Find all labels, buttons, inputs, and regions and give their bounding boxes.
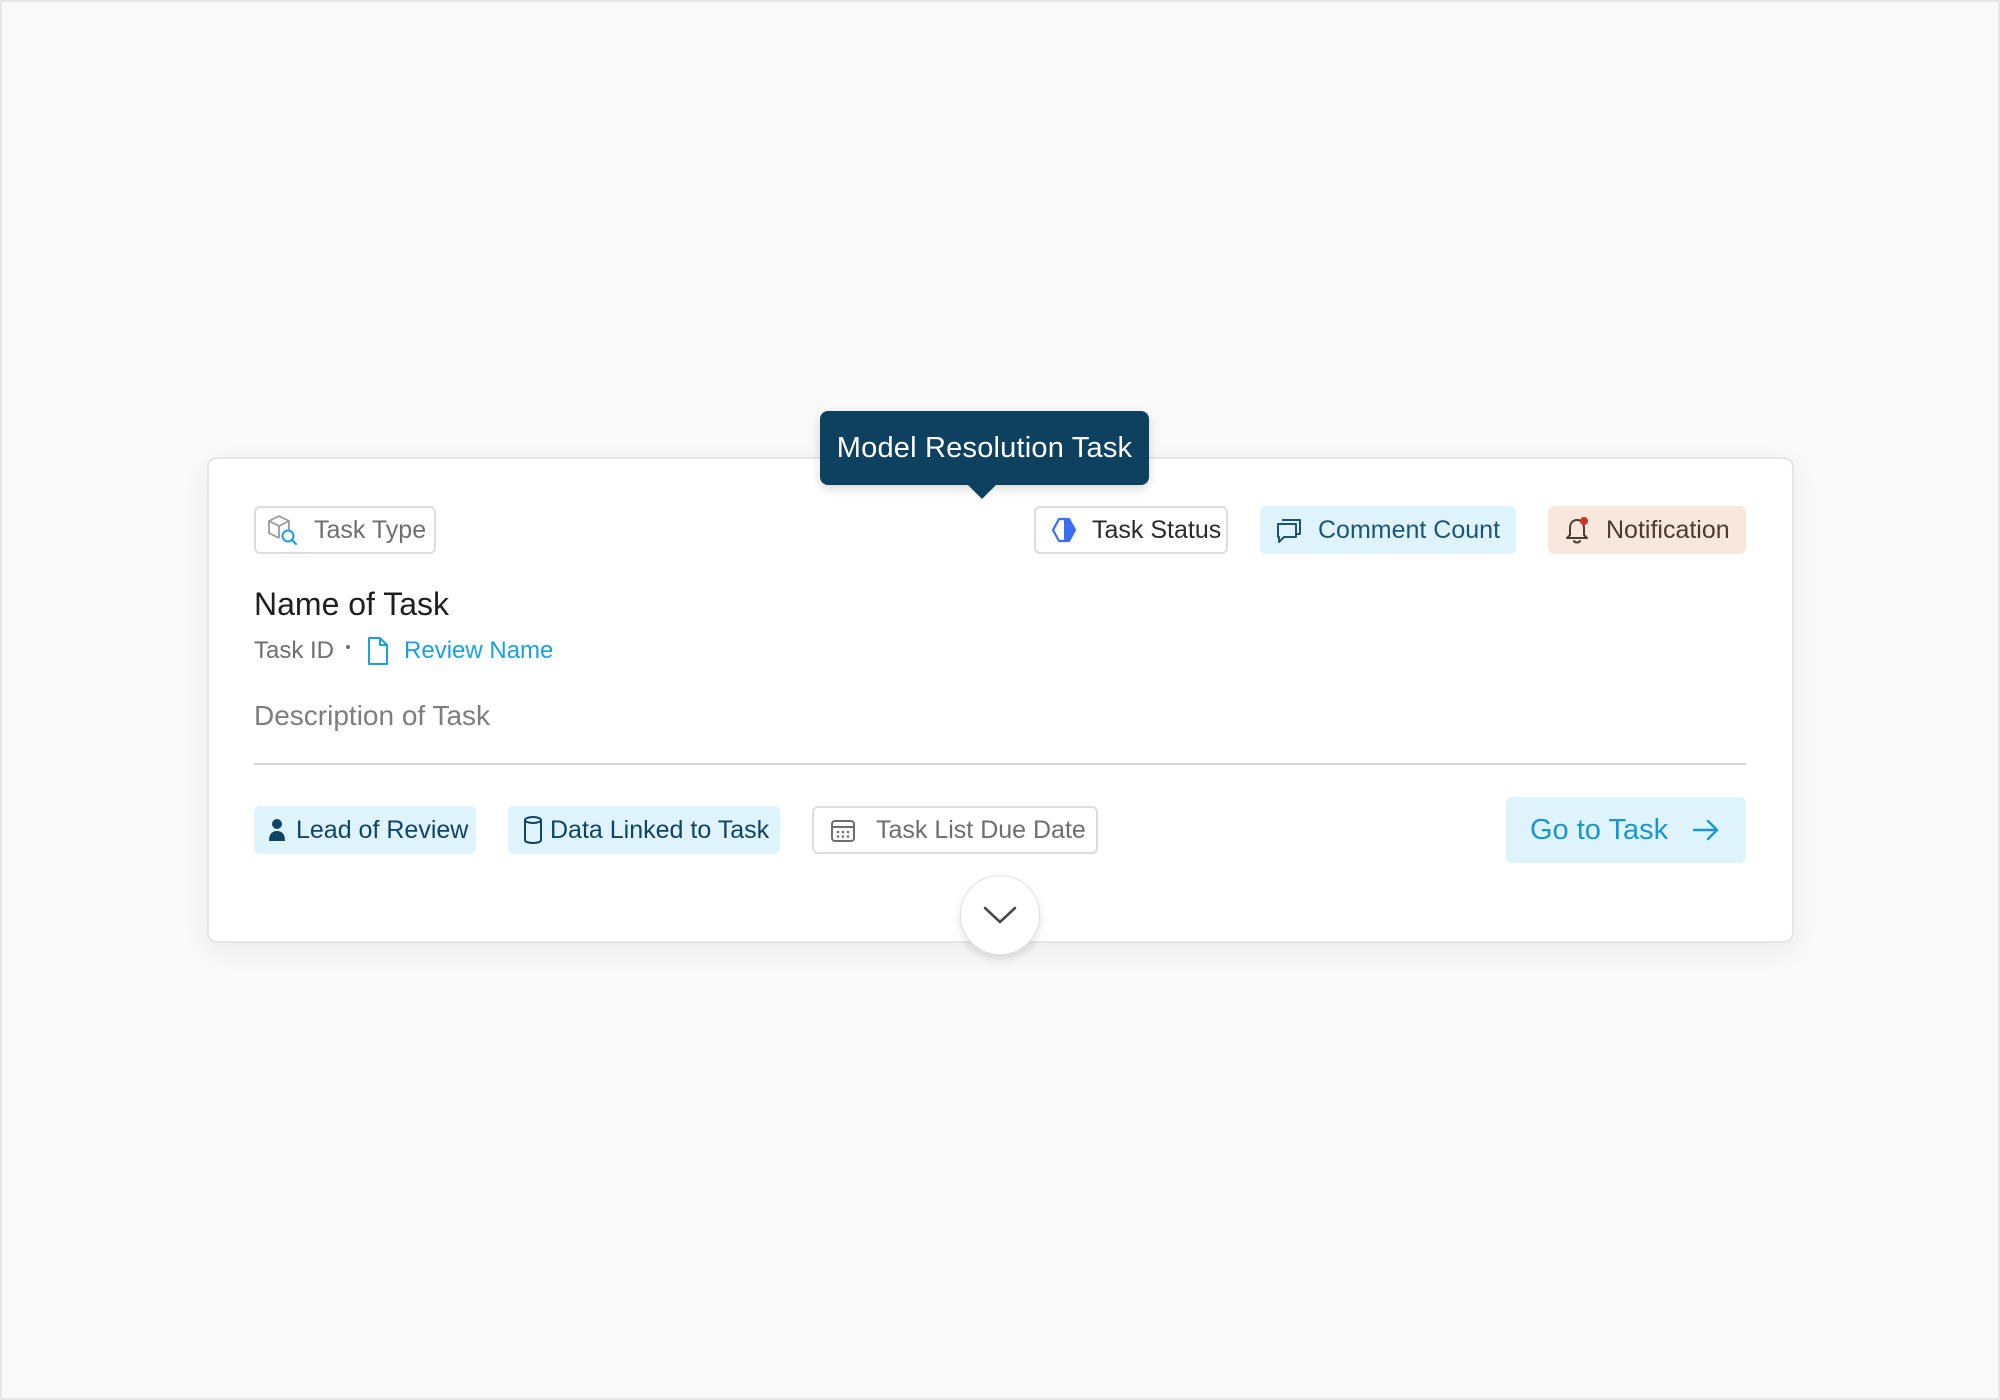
lead-of-review-chip[interactable]: Lead of Review: [254, 806, 476, 854]
task-name: Name of Task: [254, 586, 450, 622]
bell-icon: [1566, 517, 1588, 544]
task-type-tooltip: Model Resolution Task: [820, 411, 1149, 499]
document-icon: [368, 637, 389, 665]
chevron-down-icon: [983, 906, 1017, 924]
go-to-task-button[interactable]: Go to Task: [1506, 797, 1746, 863]
task-status-chip[interactable]: Task Status: [1034, 506, 1228, 554]
comment-count-label: Comment Count: [1318, 515, 1501, 544]
chat-bubbles-icon: [1277, 519, 1301, 543]
tooltip-text: Model Resolution Task: [836, 431, 1133, 464]
tooltip-caret: [967, 484, 997, 499]
review-name-link[interactable]: Review Name: [404, 637, 553, 665]
task-status-label: Task Status: [1092, 515, 1222, 544]
arrow-right-icon: [1692, 819, 1719, 841]
task-description: Description of Task: [254, 700, 491, 731]
database-icon: [524, 816, 542, 845]
half-circle-status-icon: [1051, 517, 1077, 543]
task-type-label: Task Type: [314, 515, 427, 544]
expand-button[interactable]: [960, 875, 1040, 955]
go-to-task-label: Go to Task: [1530, 813, 1669, 846]
due-date-chip[interactable]: Task List Due Date: [812, 806, 1098, 854]
cube-search-icon: [268, 515, 298, 546]
data-linked-label: Data Linked to Task: [550, 815, 770, 844]
separator-dot: [346, 645, 351, 649]
person-icon: [269, 819, 285, 841]
lead-of-review-label: Lead of Review: [296, 815, 469, 844]
calendar-icon: [831, 820, 855, 842]
task-meta-row: Task ID Review Name: [254, 634, 553, 668]
notification-label: Notification: [1606, 515, 1730, 544]
due-date-label: Task List Due Date: [876, 815, 1086, 844]
notification-chip[interactable]: Notification: [1548, 506, 1746, 554]
comment-count-chip[interactable]: Comment Count: [1260, 506, 1516, 554]
task-id: Task ID: [254, 637, 335, 664]
divider: [254, 763, 1746, 765]
data-linked-chip[interactable]: Data Linked to Task: [508, 806, 780, 854]
task-type-chip[interactable]: Task Type: [254, 506, 436, 554]
